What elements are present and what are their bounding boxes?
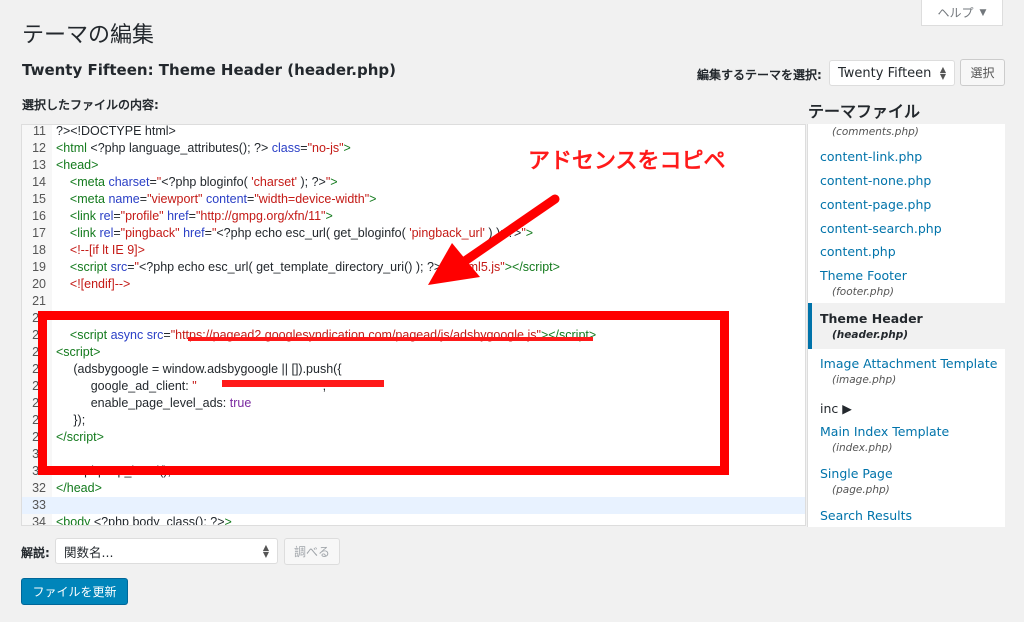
lookup-button[interactable]: 調べる — [284, 538, 340, 565]
code-line: 11 ?><!DOCTYPE html> — [22, 124, 805, 140]
code-line: 34 <body <?php body_class(); ?>> — [22, 514, 805, 526]
help-tab[interactable]: ヘルプ ▼ — [921, 0, 1003, 26]
theme-file-link[interactable]: content-search.php — [820, 221, 942, 236]
theme-select-label: 編集するテーマを選択: — [697, 68, 822, 82]
theme-file-link[interactable]: content-page.php — [820, 197, 931, 212]
code-text: <!--[if lt IE 9]> — [69, 243, 145, 257]
code-text: <![endif]--> — [69, 277, 131, 291]
theme-files-title: テーマファイル — [808, 102, 921, 121]
theme-file-link[interactable]: content.php — [820, 244, 896, 259]
documentation-label: 解説: — [21, 546, 50, 560]
theme-file-link[interactable]: Main Index Template — [820, 424, 949, 439]
code-text: <body <?php body_class(); ?>> — [56, 515, 232, 526]
line-number: 14 — [32, 175, 46, 189]
annotation-arrow-icon — [428, 194, 560, 285]
function-name-select[interactable]: 関数名... ▲ ▼ — [55, 538, 278, 564]
code-text: ?><!DOCTYPE html> — [56, 124, 176, 138]
theme-file-link[interactable]: Theme Header — [820, 311, 923, 326]
code-line: 33 — [22, 497, 805, 514]
code-text: <meta charset="<?php bloginfo( 'charset'… — [69, 175, 338, 189]
line-number: 19 — [32, 260, 46, 274]
theme-file-filename: (header.php) — [832, 329, 909, 341]
theme-file-link[interactable]: content-none.php — [820, 173, 931, 188]
line-number: 15 — [32, 192, 46, 206]
line-number: 21 — [32, 294, 46, 308]
theme-file-list: (comments.php) content-link.php content-no… — [807, 124, 1005, 527]
code-line: 32 </head> — [22, 480, 805, 497]
select-theme-button[interactable]: 選択 — [960, 59, 1005, 86]
line-number: 34 — [32, 515, 46, 526]
theme-file-filename: (page.php) — [832, 484, 890, 496]
content-label: 選択したファイルの内容: — [22, 98, 159, 112]
line-number: 13 — [32, 158, 46, 172]
theme-file-filename[interactable]: (comments.php) — [832, 126, 919, 138]
update-file-button[interactable]: ファイルを更新 — [21, 578, 128, 605]
function-name-placeholder: 関数名... — [64, 544, 114, 560]
annotation-text: アドセンスをコピペ — [528, 149, 726, 174]
line-number: 16 — [32, 209, 46, 223]
theme-file-filename: (footer.php) — [832, 286, 894, 298]
line-number: 18 — [32, 243, 46, 257]
line-number: 20 — [32, 277, 46, 291]
code-text: <head> — [56, 158, 99, 172]
line-number: 17 — [32, 226, 46, 240]
select-arrows-icon: ▲ ▼ — [262, 543, 269, 559]
annotation-highlight-box — [38, 311, 729, 475]
theme-file-link[interactable]: inc ▶ — [820, 401, 852, 416]
line-number: 11 — [33, 124, 46, 138]
active-file-highlight — [808, 303, 1005, 349]
line-number: 12 — [32, 141, 46, 155]
code-line: 21 — [22, 293, 805, 310]
theme-file-link[interactable]: Search Results — [820, 508, 912, 523]
redaction-mark — [188, 337, 593, 341]
code-text: <meta name="viewport" content="width=dev… — [69, 192, 377, 206]
theme-select-value: Twenty Fifteen — [838, 65, 932, 81]
file-title: Twenty Fifteen: Theme Header (header.php… — [22, 61, 396, 79]
theme-file-link[interactable]: Image Attachment Template — [820, 356, 997, 371]
theme-file-link[interactable]: content-link.php — [820, 149, 922, 164]
help-label: ヘルプ — [937, 6, 974, 20]
code-text: <link rel="profile" href="http://gmpg.or… — [69, 209, 333, 223]
select-arrows-icon: ▲ ▼ — [939, 65, 946, 81]
line-number: 32 — [32, 481, 46, 495]
line-number: 33 — [32, 498, 46, 512]
theme-file-filename: (image.php) — [832, 374, 897, 386]
theme-select[interactable]: Twenty Fifteen ▲ ▼ — [829, 60, 955, 86]
theme-file-filename: (index.php) — [832, 442, 893, 454]
theme-file-link[interactable]: Theme Footer — [820, 268, 907, 283]
page-title: テーマの編集 — [22, 23, 155, 48]
code-text: <html <?php language_attributes(); ?> cl… — [56, 141, 351, 155]
theme-file-link[interactable]: Single Page — [820, 466, 893, 481]
redaction-mark — [222, 380, 384, 387]
code-text: </head> — [56, 481, 102, 495]
chevron-down-icon: ▼ — [979, 7, 987, 18]
